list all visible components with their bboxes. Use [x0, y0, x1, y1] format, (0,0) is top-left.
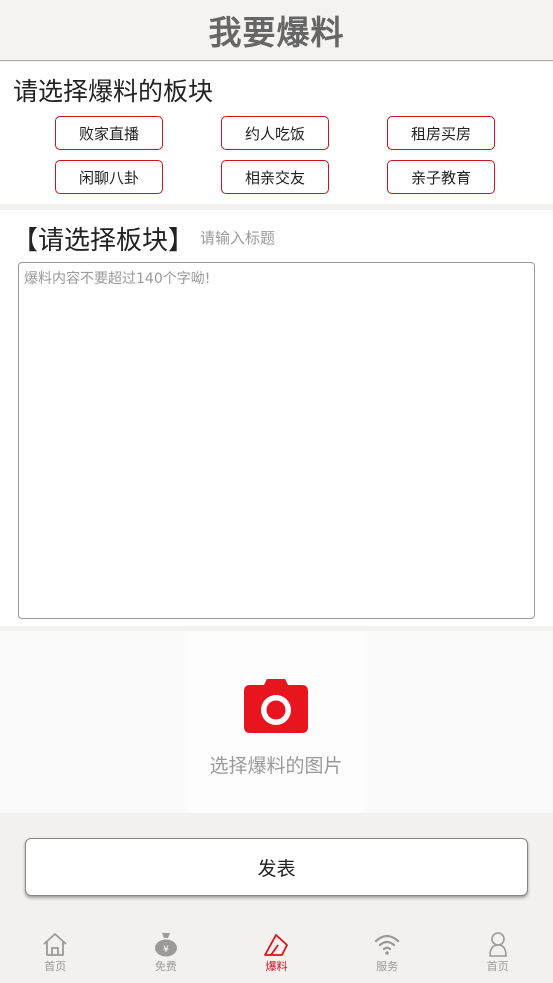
home-icon — [43, 933, 67, 956]
category-section: 请选择爆料的板块 败家直播 约人吃饭 租房买房 闲聊八卦 相亲交友 亲子教育 — [0, 62, 553, 204]
category-button-housing[interactable]: 租房买房 — [387, 116, 495, 150]
page-title: 我要爆料 — [208, 13, 345, 52]
upload-section: 选择爆料的图片 — [0, 631, 553, 813]
selected-category-label[interactable]: 【请选择板块】 — [12, 220, 194, 257]
tab-label: 爆料 — [265, 960, 288, 973]
tab-label: 服务 — [376, 960, 399, 973]
category-heading: 请选择爆料的板块 — [13, 77, 214, 106]
svg-text:¥: ¥ — [163, 945, 169, 955]
category-button-dining[interactable]: 约人吃饭 — [221, 116, 329, 150]
title-input[interactable] — [200, 224, 530, 252]
content-textarea[interactable] — [18, 262, 535, 619]
tab-service[interactable]: 服务 — [332, 918, 443, 983]
image-upload-button[interactable]: 选择爆料的图片 — [188, 631, 364, 813]
user-icon — [488, 932, 507, 957]
app-header: 我要爆料 — [0, 0, 553, 61]
tab-profile[interactable]: 首页 — [442, 918, 553, 983]
compose-section: 【请选择板块】 — [0, 210, 553, 626]
report-icon — [264, 934, 289, 956]
category-button-gossip[interactable]: 闲聊八卦 — [55, 160, 163, 194]
tab-label: 首页 — [486, 960, 509, 973]
wifi-icon — [374, 934, 400, 955]
tab-free[interactable]: ¥ 免费 — [111, 918, 222, 983]
submit-button[interactable]: 发表 — [25, 838, 528, 896]
upload-label: 选择爆料的图片 — [209, 755, 343, 777]
tab-report[interactable]: 爆料 — [221, 918, 332, 983]
tab-label: 首页 — [44, 960, 67, 973]
tab-label: 免费 — [154, 960, 177, 973]
money-bag-icon: ¥ — [154, 933, 177, 957]
category-button-parenting[interactable]: 亲子教育 — [387, 160, 495, 194]
bottom-tab-bar: 首页 ¥ 免费 爆料 服务 首页 — [0, 918, 553, 983]
category-button-dating[interactable]: 相亲交友 — [221, 160, 329, 194]
tab-home[interactable]: 首页 — [0, 918, 111, 983]
category-button-shopping-live[interactable]: 败家直播 — [55, 116, 163, 150]
camera-icon — [244, 679, 308, 733]
